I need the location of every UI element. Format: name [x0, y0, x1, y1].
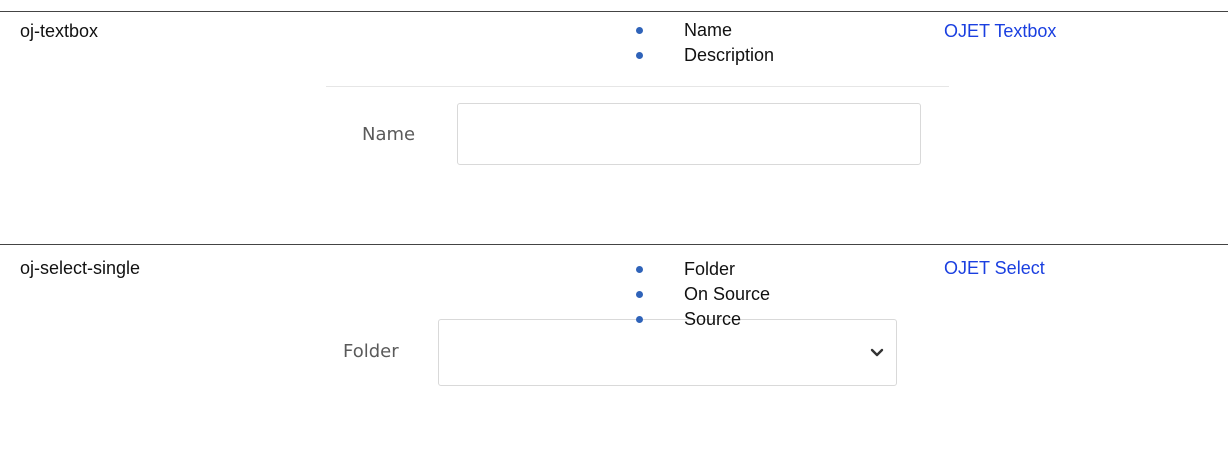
property-label: On Source [684, 284, 771, 304]
name-input[interactable] [457, 103, 921, 165]
property-item: On Source [636, 282, 770, 307]
property-item: Name [636, 18, 774, 43]
bullet-icon [636, 291, 643, 298]
ojet-textbox-link[interactable]: OJET Textbox [944, 21, 1056, 42]
chevron-down-icon [870, 348, 884, 357]
folder-field-label: Folder [343, 341, 399, 362]
property-item: Source [636, 307, 770, 332]
component-name: oj-textbox [20, 21, 99, 41]
bullet-icon [636, 266, 643, 273]
row-divider [0, 11, 1228, 12]
name-field-label: Name [362, 124, 416, 145]
property-label: Folder [684, 259, 736, 279]
ojet-select-link[interactable]: OJET Select [944, 258, 1045, 279]
property-label: Source [684, 309, 742, 329]
bullet-icon [636, 316, 643, 323]
component-name: oj-select-single [20, 258, 141, 278]
sample-divider [326, 86, 949, 87]
property-list: Folder On Source Source [636, 257, 770, 332]
property-label: Name [684, 20, 733, 40]
row-divider [0, 244, 1228, 245]
property-label: Description [684, 45, 775, 65]
property-item: Folder [636, 257, 770, 282]
bullet-icon [636, 52, 643, 59]
property-item: Description [636, 43, 774, 68]
bullet-icon [636, 27, 643, 34]
property-list: Name Description [636, 18, 774, 68]
